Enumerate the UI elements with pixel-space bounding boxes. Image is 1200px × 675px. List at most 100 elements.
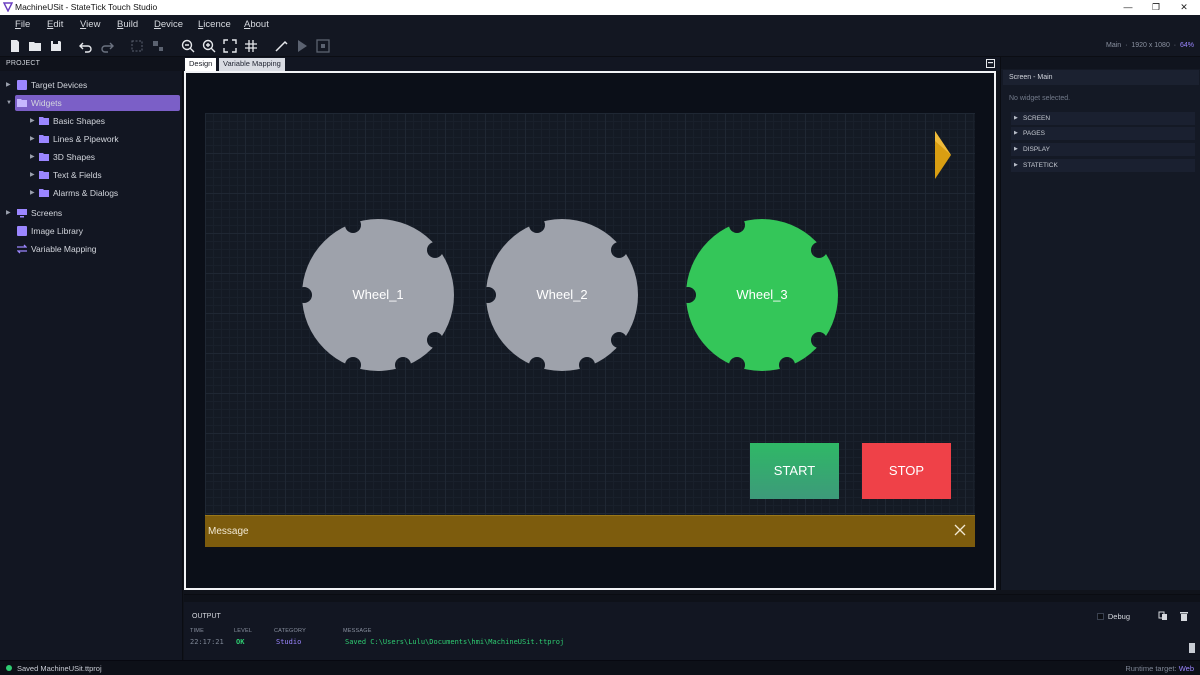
ungroup-icon — [153, 41, 163, 51]
trash-icon[interactable] — [1179, 611, 1189, 621]
ungroup-button[interactable] — [150, 38, 166, 54]
tree-item-text-fields[interactable]: ▶ Text & Fields — [0, 167, 183, 183]
output-header-strip — [184, 595, 1200, 602]
menu-edit[interactable]: Edit — [47, 19, 63, 30]
column-time: TIME — [190, 628, 204, 634]
tree-item-target-devices[interactable]: ▶ Target Devices — [0, 77, 183, 93]
close-window-button[interactable]: ✕ — [1170, 0, 1198, 15]
minimize-button[interactable]: — — [1114, 0, 1142, 15]
tree-item-basic-shapes[interactable]: ▶ Basic Shapes — [0, 113, 183, 129]
menu-bar: File Edit View Build Device Licence Abou… — [0, 15, 1200, 35]
message-bar[interactable]: Message — [205, 515, 975, 547]
redo-icon — [101, 42, 114, 53]
tab-variable-mapping[interactable]: Variable Mapping — [219, 58, 285, 71]
maximize-button[interactable]: ❐ — [1142, 0, 1170, 15]
build-button[interactable] — [273, 38, 289, 54]
folder-icon — [17, 99, 27, 107]
expand-arrow-icon[interactable]: ▶ — [6, 77, 14, 93]
tree-item-3d-shapes[interactable]: ▶ 3D Shapes — [0, 149, 183, 165]
undo-button[interactable] — [78, 38, 94, 54]
expand-arrow-icon[interactable]: ▶ — [30, 131, 38, 147]
debug-checkbox[interactable] — [1096, 613, 1104, 620]
zoom-level: 64% — [1179, 42, 1194, 49]
tab-design[interactable]: Design — [185, 58, 217, 71]
menu-build[interactable]: Build — [117, 19, 138, 30]
runtime-label: Runtime target: — [1125, 664, 1177, 673]
close-icon[interactable] — [953, 523, 967, 537]
tree-item-alarms-dialogs[interactable]: ▶ Alarms & Dialogs — [0, 185, 183, 201]
project-header: PROJECT — [0, 57, 183, 71]
folder-icon — [39, 189, 49, 197]
menu-licence[interactable]: Licence — [198, 19, 231, 30]
save-icon — [51, 41, 61, 51]
wheel-widget-2[interactable]: Wheel_2 — [485, 218, 639, 372]
expand-arrow-icon[interactable]: ▶ — [30, 149, 38, 165]
next-page-arrow-icon[interactable] — [934, 131, 952, 179]
menu-view[interactable]: View — [80, 19, 100, 30]
no-selection-text: No widget selected. — [1009, 95, 1071, 102]
folder-icon — [39, 153, 49, 161]
expand-arrow-icon[interactable]: ▶ — [6, 205, 14, 221]
run-button[interactable] — [294, 38, 310, 54]
zoom-out-button[interactable] — [180, 38, 196, 54]
preview-button[interactable] — [315, 38, 331, 54]
new-file-button[interactable] — [7, 38, 23, 54]
start-button[interactable]: START — [750, 443, 839, 499]
tree-item-widgets[interactable]: ▼ Widgets — [6, 95, 180, 111]
monitor-icon — [17, 209, 27, 218]
wrench-icon — [275, 40, 288, 52]
fit-screen-icon — [223, 39, 237, 53]
collapse-arrow-icon[interactable]: ▼ — [6, 95, 14, 111]
row-time: 22:17:21 — [190, 638, 224, 646]
wheel-widget-1[interactable]: Wheel_1 — [301, 218, 455, 372]
expand-arrow-icon[interactable]: ▶ — [30, 167, 38, 183]
tree-item-image-library[interactable]: Image Library — [0, 223, 183, 239]
expand-arrow-icon: ▶ — [1014, 162, 1018, 168]
tree-item-screens[interactable]: ▶ Screens — [0, 205, 183, 221]
properties-header-strip — [1001, 57, 1200, 69]
folder-icon — [39, 171, 49, 179]
wheel-label: Wheel_3 — [736, 287, 788, 302]
tree-item-variable-mapping[interactable]: Variable Mapping — [0, 241, 183, 257]
screen-resolution: 1920 x 1080 — [1131, 42, 1170, 49]
wheel-label: Wheel_1 — [352, 287, 404, 302]
section-display[interactable]: ▶ DISPLAY — [1011, 143, 1195, 156]
status-bar: Saved MachineUSit.ttproj Runtime target:… — [0, 660, 1200, 675]
tree-item-lines-pipework[interactable]: ▶ Lines & Pipework — [0, 131, 183, 147]
message-label: Message — [208, 526, 249, 537]
properties-subheader: Screen - Main — [1003, 70, 1199, 85]
zoom-in-button[interactable] — [201, 38, 217, 54]
output-scrollbar[interactable] — [1189, 643, 1195, 653]
row-category: Studio — [276, 638, 302, 646]
expand-arrow-icon[interactable]: ▶ — [30, 113, 38, 129]
stop-button[interactable]: STOP — [862, 443, 951, 499]
wheel-widget-3[interactable]: Wheel_3 — [685, 218, 839, 372]
copy-icon[interactable] — [1158, 611, 1168, 621]
folder-open-icon — [29, 42, 41, 51]
screen-name: Main — [1106, 42, 1122, 49]
grid-toggle-button[interactable] — [243, 38, 259, 54]
open-folder-button[interactable] — [27, 38, 43, 54]
screen-grid[interactable]: Wheel_1 Wheel_2 Wheel_3 START STOP — [205, 113, 975, 547]
canvas-options-icon[interactable] — [986, 59, 995, 68]
section-screen[interactable]: ▶ SCREEN — [1011, 112, 1195, 125]
menu-file[interactable]: File — [15, 19, 30, 30]
redo-button[interactable] — [99, 38, 115, 54]
editor-tabs: Design Variable Mapping — [184, 57, 1000, 71]
debug-toggle[interactable]: Debug — [1096, 612, 1130, 621]
menu-about[interactable]: About — [244, 19, 269, 30]
expand-arrow-icon[interactable]: ▶ — [30, 185, 38, 201]
group-button[interactable] — [129, 38, 145, 54]
section-statetick[interactable]: ▶ STATETICK — [1011, 159, 1195, 172]
menu-device[interactable]: Device — [154, 19, 183, 30]
output-title: OUTPUT — [192, 613, 221, 620]
fit-screen-button[interactable] — [222, 38, 238, 54]
row-level: OK — [236, 638, 245, 646]
zoom-out-icon — [181, 39, 195, 53]
save-button[interactable] — [48, 38, 64, 54]
window-title: MachineUSit - StateTick Touch Studio — [15, 2, 158, 12]
expand-arrow-icon: ▶ — [1014, 130, 1018, 136]
section-pages[interactable]: ▶ PAGES — [1011, 127, 1195, 140]
new-file-icon — [11, 40, 19, 52]
status-dot-icon — [6, 665, 12, 671]
